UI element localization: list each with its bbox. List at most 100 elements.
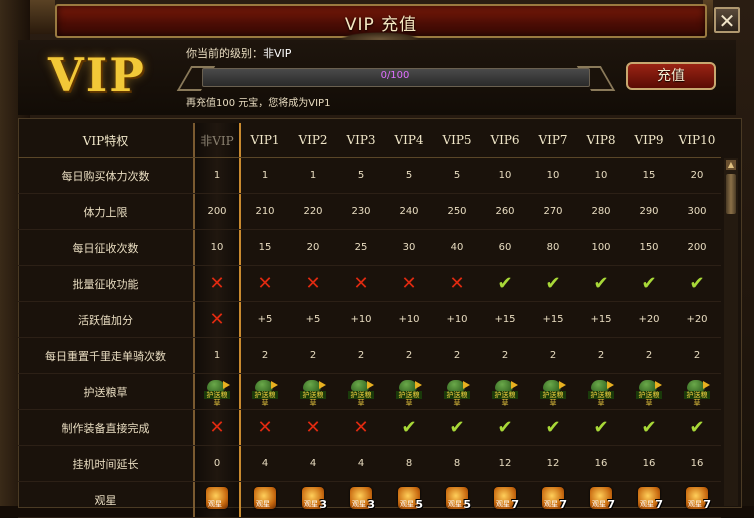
cross-icon: ✕ (449, 272, 465, 294)
table-cell: 护送粮草 (337, 373, 385, 410)
scrollbar[interactable]: ▲ (724, 158, 738, 506)
current-level-label: 你当前的级别： (186, 47, 263, 60)
table-row: 挂机时间延长 0 4 4 4 8 8 12 12 16 16 16 (18, 445, 721, 482)
cart-caption: 护送粮草 (444, 391, 470, 407)
row-label: 制作装备直接完成 (18, 409, 193, 446)
table-cell: +15 (577, 301, 625, 338)
column-header-level: VIP10 (673, 123, 721, 158)
table-cell: 2 (673, 337, 721, 374)
table-cell: 护送粮草 (673, 373, 721, 410)
table-row: 制作装备直接完成 ✕ ✕ ✕ ✕ ✔ ✔ ✔ ✔ ✔ ✔ ✔ (18, 409, 721, 446)
column-header-level: VIP6 (481, 123, 529, 158)
table-cell: 2 (385, 337, 433, 374)
table-cell: 1 (193, 157, 241, 194)
cart-caption: 护送粮草 (588, 391, 614, 407)
table-row: 体力上限 200 210 220 230 240 250 260 270 280 290 300 (18, 193, 721, 230)
table-cell: 16 (673, 445, 721, 482)
table-cell: ✕ (337, 409, 385, 446)
table-cell: ✔ (625, 409, 673, 446)
cross-icon: ✕ (257, 272, 273, 294)
row-label: 体力上限 (18, 193, 193, 230)
star-caption: 观星 (352, 500, 366, 508)
privilege-table: VIP特权 非VIP VIP1 VIP2 VIP3 VIP4 VIP5 VIP6 VIP7 VIP… (18, 123, 721, 518)
table-cell: 100 (577, 229, 625, 266)
cross-icon: ✕ (209, 308, 225, 330)
table-cell: +20 (673, 301, 721, 338)
table-cell: ✔ (433, 409, 481, 446)
star-count: 7 (559, 498, 567, 511)
table-cell: +15 (529, 301, 577, 338)
table-cell: 护送粮草 (241, 373, 289, 410)
table-cell: 10 (577, 157, 625, 194)
table-cell: 300 (673, 193, 721, 230)
table-cell: 150 (625, 229, 673, 266)
table-cell: ✕ (193, 409, 241, 446)
table-cell: 260 (481, 193, 529, 230)
grain-cart-icon: 护送粮草 (492, 379, 518, 407)
table-cell: +5 (289, 301, 337, 338)
table-cell: 10 (193, 229, 241, 266)
table-cell: 12 (481, 445, 529, 482)
table-cell: 观星 7 (577, 481, 625, 518)
row-label: 挂机时间延长 (18, 445, 193, 482)
grain-cart-icon: 护送粮草 (540, 379, 566, 407)
table-cell: ✕ (289, 265, 337, 302)
table-cell: ✔ (529, 409, 577, 446)
table-cell: 观星 3 (337, 481, 385, 518)
table-cell: 观星 7 (481, 481, 529, 518)
table-header-row: VIP特权 非VIP VIP1 VIP2 VIP3 VIP4 VIP5 VIP6 VIP7 VIP… (18, 123, 721, 158)
table-cell: 200 (673, 229, 721, 266)
column-header-level: VIP8 (577, 123, 625, 158)
scroll-thumb[interactable] (726, 174, 736, 214)
table-row: 每日征收次数 10 15 20 25 30 40 60 80 100 150 200 (18, 229, 721, 266)
table-cell: 280 (577, 193, 625, 230)
close-button[interactable]: ✕ (714, 7, 740, 33)
table-cell: 240 (385, 193, 433, 230)
cross-icon: ✕ (353, 416, 369, 438)
cart-caption: 护送粮草 (348, 391, 374, 407)
row-label: 每日征收次数 (18, 229, 193, 266)
grain-cart-icon: 护送粮草 (252, 379, 278, 407)
row-label: 活跃值加分 (18, 301, 193, 338)
table-cell: 8 (433, 445, 481, 482)
table-cell: ✕ (289, 409, 337, 446)
check-icon: ✔ (641, 272, 657, 294)
check-icon: ✔ (545, 416, 561, 438)
cart-caption: 护送粮草 (300, 391, 326, 407)
grain-cart-icon: 护送粮草 (300, 379, 326, 407)
star-caption: 观星 (400, 500, 414, 508)
table-cell: 观星 7 (625, 481, 673, 518)
table-cell: 10 (481, 157, 529, 194)
grain-cart-icon: 护送粮草 (636, 379, 662, 407)
check-icon: ✔ (593, 416, 609, 438)
table-cell: 210 (241, 193, 289, 230)
table-cell: 60 (481, 229, 529, 266)
table-cell: 2 (577, 337, 625, 374)
table-cell: 5 (337, 157, 385, 194)
title-corner-left (30, 0, 55, 34)
table-cell: 2 (529, 337, 577, 374)
upgrade-hint: 再充值100 元宝，您将成为VIP1 (186, 98, 331, 109)
charge-button[interactable]: 充值 (626, 62, 716, 90)
cart-caption: 护送粮草 (396, 391, 422, 407)
star-caption: 观星 (256, 500, 270, 508)
check-icon: ✔ (497, 272, 513, 294)
check-icon: ✔ (449, 416, 465, 438)
row-label: 每日重置千里走单骑次数 (18, 337, 193, 374)
cross-icon: ✕ (305, 416, 321, 438)
star-caption: 观星 (448, 500, 462, 508)
table-cell: +10 (385, 301, 433, 338)
table-cell: 4 (289, 445, 337, 482)
grain-cart-icon: 护送粮草 (204, 379, 230, 407)
table-cell: ✕ (193, 265, 241, 302)
table-cell: 220 (289, 193, 337, 230)
table-cell: ✕ (433, 265, 481, 302)
table-cell: 2 (625, 337, 673, 374)
table-row: 观星 观星 观星 观星 3 观星 3 观星 5 观星 5 观星 7 观星 7 观星 7 观星 7 观星 7 (18, 481, 721, 518)
star-count: 7 (511, 498, 519, 511)
grain-cart-icon: 护送粮草 (684, 379, 710, 407)
table-cell: 1 (241, 157, 289, 194)
star-caption: 观星 (688, 500, 702, 508)
scroll-up-icon[interactable]: ▲ (726, 160, 736, 170)
table-cell: +10 (337, 301, 385, 338)
